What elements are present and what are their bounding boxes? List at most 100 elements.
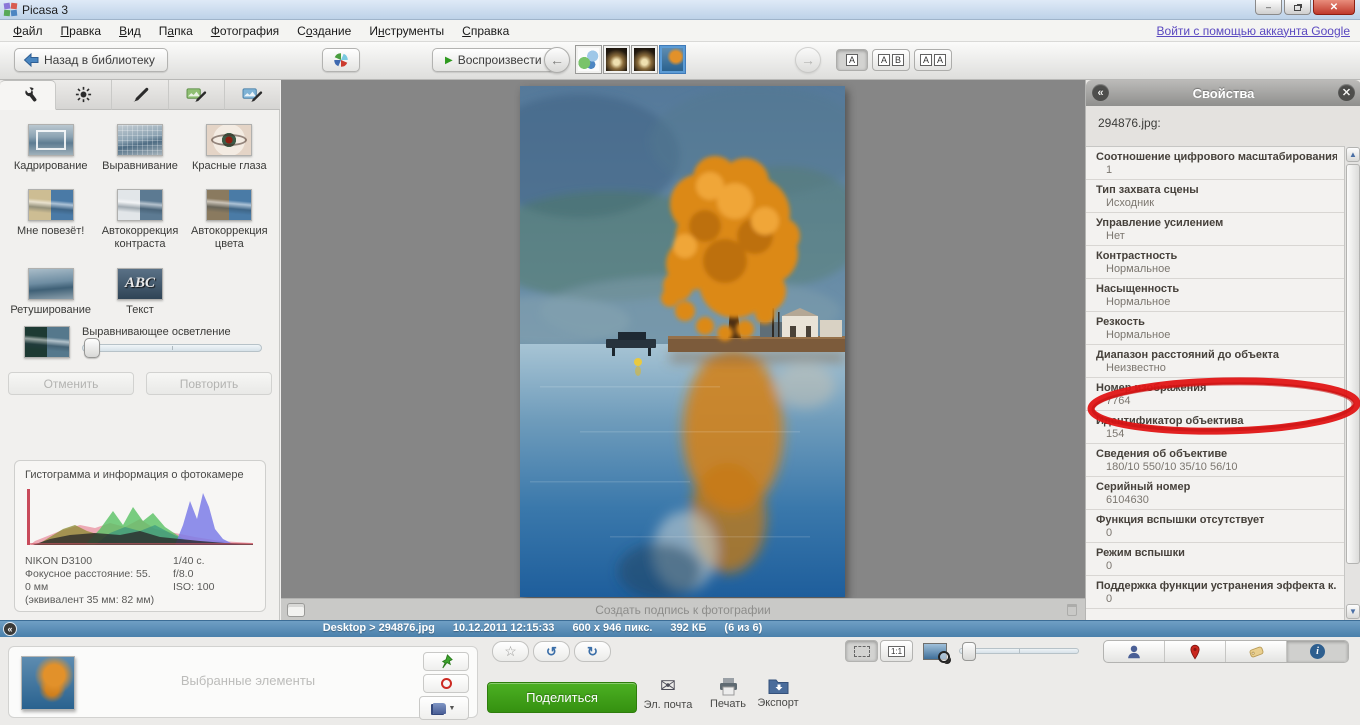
share-button[interactable]: Поделиться (487, 682, 637, 713)
zoom-slider[interactable] (959, 648, 1079, 654)
zoom-preview-icon[interactable] (923, 643, 947, 660)
filmstrip-thumbnail-selected[interactable] (660, 46, 685, 73)
edit-tool-button[interactable]: Автокоррекция контраста (95, 189, 184, 251)
properties-row: Режим вспышки 0 (1086, 543, 1345, 576)
fill-light-slider-thumb[interactable] (84, 338, 100, 358)
view-compare-button[interactable]: A A (914, 49, 952, 71)
edit-tool-button[interactable]: Ретуширование (6, 268, 95, 317)
back-to-library-button[interactable]: Назад в библиотеку (14, 48, 168, 72)
edit-tool-button[interactable]: Мне повезёт! (6, 189, 95, 251)
fill-light-label: Выравнивающее осветление (82, 326, 262, 338)
fill-light-thumbnail-icon (24, 326, 70, 358)
properties-filename: 294876.jpg: (1086, 106, 1360, 146)
scrollbar-thumb[interactable] (1346, 164, 1360, 564)
menu-item[interactable]: Инструменты (360, 20, 453, 42)
export-folder-icon (768, 677, 789, 695)
menu-item[interactable]: Правка (52, 20, 111, 42)
tab-effects-blue[interactable] (225, 80, 280, 110)
rotate-ccw-button[interactable]: ↺ (533, 641, 570, 662)
properties-row: Управление усилением Нет (1086, 213, 1345, 246)
edit-tool-button[interactable]: Красные глаза (185, 124, 274, 173)
scroll-up-button[interactable]: ▲ (1346, 147, 1360, 162)
collapse-panel-button[interactable]: « (1092, 84, 1109, 101)
minimize-icon: – (1266, 2, 1271, 12)
fit-to-window-button[interactable] (845, 640, 878, 662)
menu-item[interactable]: Фотография (202, 20, 288, 42)
rotate-cw-button[interactable]: ↻ (574, 641, 611, 662)
window-title: Picasa 3 (22, 3, 68, 17)
rotate-ccw-icon: ↺ (546, 644, 557, 660)
redo-button[interactable]: Повторить (146, 372, 272, 395)
edit-tool-thumbnail-icon (28, 124, 74, 156)
tab-basic-fixes[interactable] (0, 80, 56, 110)
next-photo-button[interactable]: → (795, 47, 821, 73)
play-button[interactable]: ▶ Воспроизвести (432, 48, 555, 72)
view-single-button[interactable]: A (836, 49, 868, 71)
tags-button[interactable] (1226, 641, 1287, 662)
menu-item[interactable]: Создание (288, 20, 360, 42)
brush-icon (131, 85, 150, 104)
previous-photo-button[interactable]: ← (544, 47, 570, 73)
restore-button[interactable] (1284, 0, 1311, 15)
sun-icon (74, 85, 93, 104)
close-panel-button[interactable]: ✕ (1338, 84, 1355, 101)
filmstrip-thumbnail[interactable] (604, 46, 629, 73)
picasa-logo-icon (4, 3, 17, 16)
scroll-up-icon: ▲ (1349, 150, 1357, 159)
close-button[interactable]: ✕ (1313, 0, 1355, 15)
filmstrip-thumbnail[interactable] (576, 46, 601, 73)
caption-bar[interactable]: Создать подпись к фотографии (281, 598, 1085, 620)
properties-row: Номер изображения 7764 (1086, 378, 1345, 411)
menu-item[interactable]: Папка (150, 20, 202, 42)
edit-pinwheel-button[interactable] (322, 48, 360, 72)
bottom-bar: Выбранные элементы ▼ ☆ ↺ ↻ (0, 637, 1360, 725)
tray-thumbnail[interactable] (21, 656, 75, 710)
menu-item[interactable]: Справка (453, 20, 518, 42)
pinwheel-icon (332, 51, 350, 69)
edit-buttons-grid: Кадрирование Выравнивание Красные глаза (6, 124, 274, 317)
green-brush-icon (186, 85, 207, 104)
properties-row: Контрастность Нормальное (1086, 246, 1345, 279)
properties-row: Поддержка функции устранения эффекта к..… (1086, 576, 1345, 609)
undo-button[interactable]: Отменить (8, 372, 134, 395)
add-to-album-button[interactable]: ▼ (419, 696, 469, 720)
edit-tool-button[interactable]: Выравнивание (95, 124, 184, 173)
menu-item[interactable]: Файл (4, 20, 52, 42)
export-button[interactable]: Экспорт (748, 677, 808, 709)
delete-caption-icon[interactable] (1067, 604, 1077, 616)
info-button[interactable]: i (1287, 641, 1348, 662)
scroll-down-button[interactable]: ▼ (1346, 604, 1360, 619)
minimize-button[interactable]: – (1255, 0, 1282, 15)
filmstrip-thumbnail[interactable] (632, 46, 657, 73)
person-icon (1125, 643, 1143, 661)
star-button[interactable]: ☆ (492, 641, 529, 662)
edit-tool-button[interactable]: ABC Текст (95, 268, 184, 317)
zoom-slider-thumb[interactable] (962, 642, 976, 661)
right-arrow-icon: → (801, 52, 815, 68)
clear-tray-button[interactable] (423, 674, 469, 693)
star-icon: ☆ (504, 643, 517, 660)
tab-effects-green[interactable] (169, 80, 225, 110)
properties-row: Тип захвата сцены Исходник (1086, 180, 1345, 213)
actual-size-button[interactable]: 1:1 (880, 640, 913, 662)
email-button[interactable]: ✉ Эл. почта (638, 677, 698, 711)
properties-panel: « Свойства ✕ 294876.jpg: Соотношение циф… (1085, 80, 1360, 620)
red-circle-icon (441, 678, 452, 689)
tab-tuning[interactable] (56, 80, 112, 110)
edit-tool-button[interactable]: Автокоррекция цвета (185, 189, 274, 251)
fill-light-slider[interactable] (82, 344, 262, 352)
people-button[interactable] (1104, 641, 1165, 662)
places-button[interactable] (1165, 641, 1226, 662)
photo-viewer: Создать подпись к фотографии (281, 80, 1085, 620)
google-signin-link[interactable]: Войти с помощью аккаунта Google (1157, 24, 1350, 38)
tab-effects-brush[interactable] (112, 80, 168, 110)
properties-scrollbar[interactable]: ▲ ▼ (1344, 146, 1360, 620)
histogram-title: Гистограмма и информация о фотокамере (25, 469, 255, 481)
properties-row: Диапазон расстояний до объекта Неизвестн… (1086, 345, 1345, 378)
edit-tool-button[interactable]: Кадрирование (6, 124, 95, 173)
properties-row: Насыщенность Нормальное (1086, 279, 1345, 312)
rotate-cw-icon: ↻ (587, 644, 598, 660)
view-split-button[interactable]: A B (872, 49, 910, 71)
menu-item[interactable]: Вид (110, 20, 150, 42)
hold-in-tray-button[interactable] (423, 652, 469, 671)
